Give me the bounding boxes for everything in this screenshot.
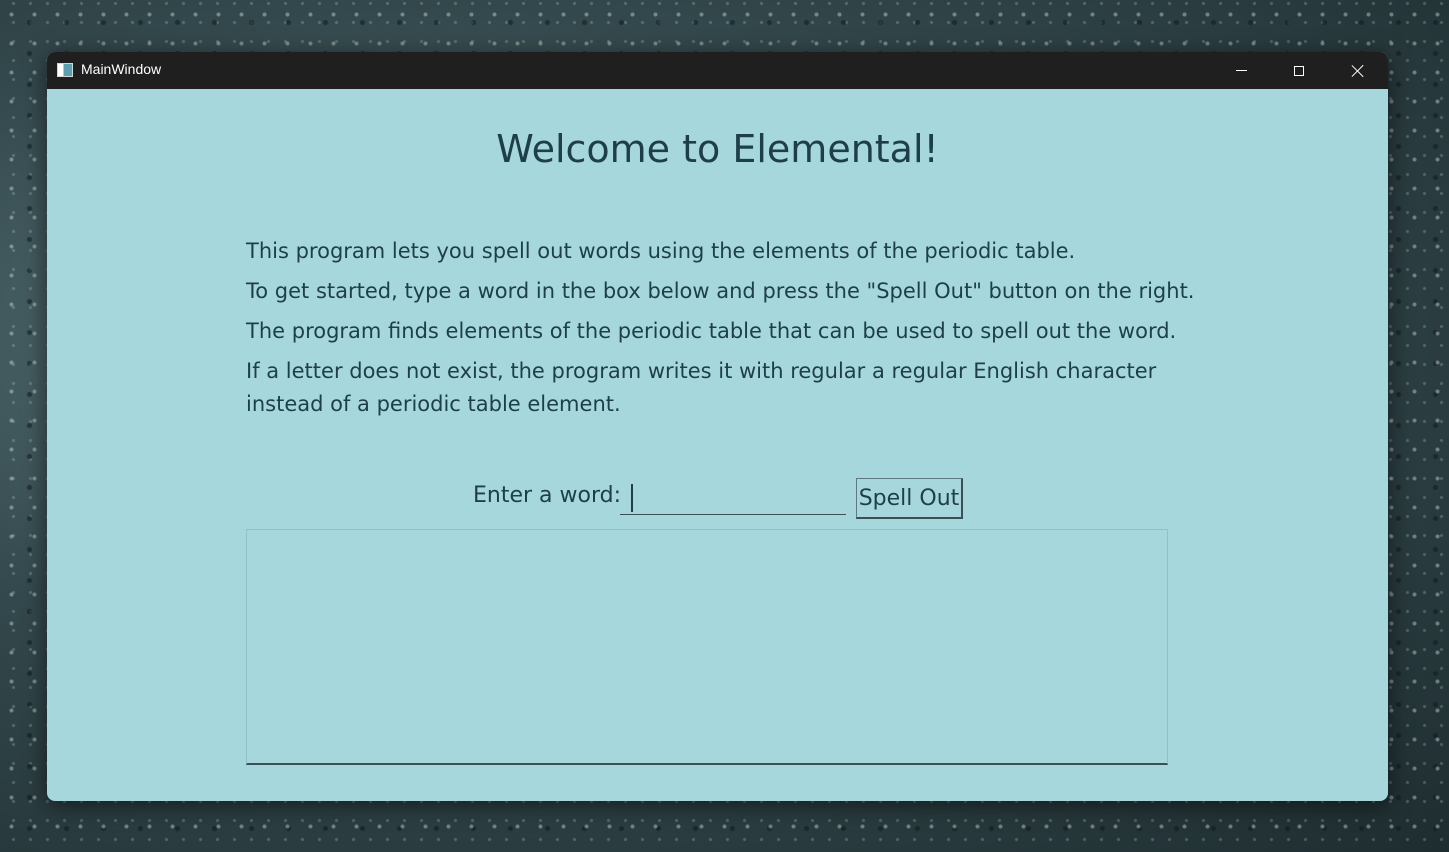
word-input[interactable] xyxy=(620,479,846,515)
text-caret xyxy=(631,484,633,512)
description-line: To get started, type a word in the box b… xyxy=(246,279,1195,303)
minimize-button[interactable] xyxy=(1212,52,1270,89)
description-line: If a letter does not exist, the program … xyxy=(246,359,1157,416)
app-window-icon xyxy=(57,63,73,77)
close-button[interactable] xyxy=(1329,52,1387,89)
description-block: This program lets you spell out words us… xyxy=(246,235,1206,428)
spelled-output-area[interactable] xyxy=(246,529,1168,765)
title-bar[interactable]: MainWindow xyxy=(47,52,1388,89)
word-input-label: Enter a word: xyxy=(473,483,622,508)
description-line: This program lets you spell out words us… xyxy=(246,239,1076,263)
main-window: MainWindow Welcome to Elemental! This pr… xyxy=(47,52,1388,801)
maximize-icon xyxy=(1294,65,1304,76)
window-title: MainWindow xyxy=(81,61,162,77)
description-line: The program finds elements of the period… xyxy=(246,319,1177,343)
spell-out-button[interactable]: Spell Out xyxy=(856,478,963,519)
close-icon xyxy=(1351,64,1365,78)
minimize-icon xyxy=(1235,70,1247,71)
maximize-button[interactable] xyxy=(1270,52,1328,89)
page-title: Welcome to Elemental! xyxy=(496,127,939,171)
